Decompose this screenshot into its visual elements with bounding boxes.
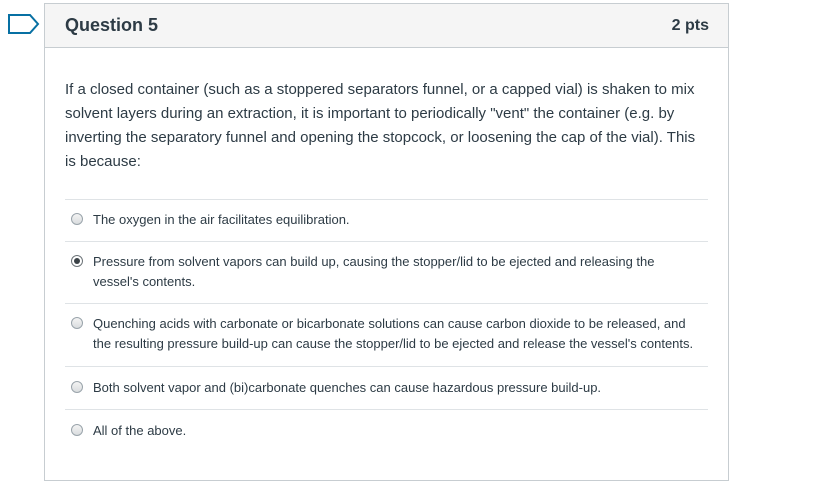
radio-button[interactable]	[71, 317, 83, 329]
answer-option-3[interactable]: Quenching acids with carbonate or bicarb…	[65, 304, 708, 367]
answer-option-2[interactable]: Pressure from solvent vapors can build u…	[65, 242, 708, 304]
answer-label: All of the above.	[93, 423, 187, 438]
answer-list: The oxygen in the air facilitates equili…	[65, 199, 708, 452]
answer-option-5[interactable]: All of the above.	[65, 410, 708, 452]
answer-label: Both solvent vapor and (bi)carbonate que…	[93, 380, 602, 395]
bookmark-flag-icon[interactable]	[8, 14, 40, 34]
question-title: Question 5	[65, 15, 159, 35]
radio-button-selected[interactable]	[71, 255, 83, 267]
radio-button[interactable]	[71, 381, 83, 393]
answer-label: The oxygen in the air facilitates equili…	[93, 212, 350, 227]
radio-button[interactable]	[71, 213, 83, 225]
question-text: If a closed container (such as a stopper…	[65, 81, 696, 170]
radio-button[interactable]	[71, 424, 83, 436]
answer-label: Quenching acids with carbonate or bicarb…	[93, 316, 694, 351]
question-body: If a closed container (such as a stopper…	[45, 48, 728, 452]
answer-option-1[interactable]: The oxygen in the air facilitates equili…	[65, 200, 708, 242]
answer-option-4[interactable]: Both solvent vapor and (bi)carbonate que…	[65, 367, 708, 410]
question-header: Question 5 2 pts	[45, 4, 728, 48]
question-points: 2 pts	[671, 16, 709, 34]
question-card: Question 5 2 pts If a closed container (…	[44, 3, 729, 481]
answer-label: Pressure from solvent vapors can build u…	[93, 254, 655, 289]
